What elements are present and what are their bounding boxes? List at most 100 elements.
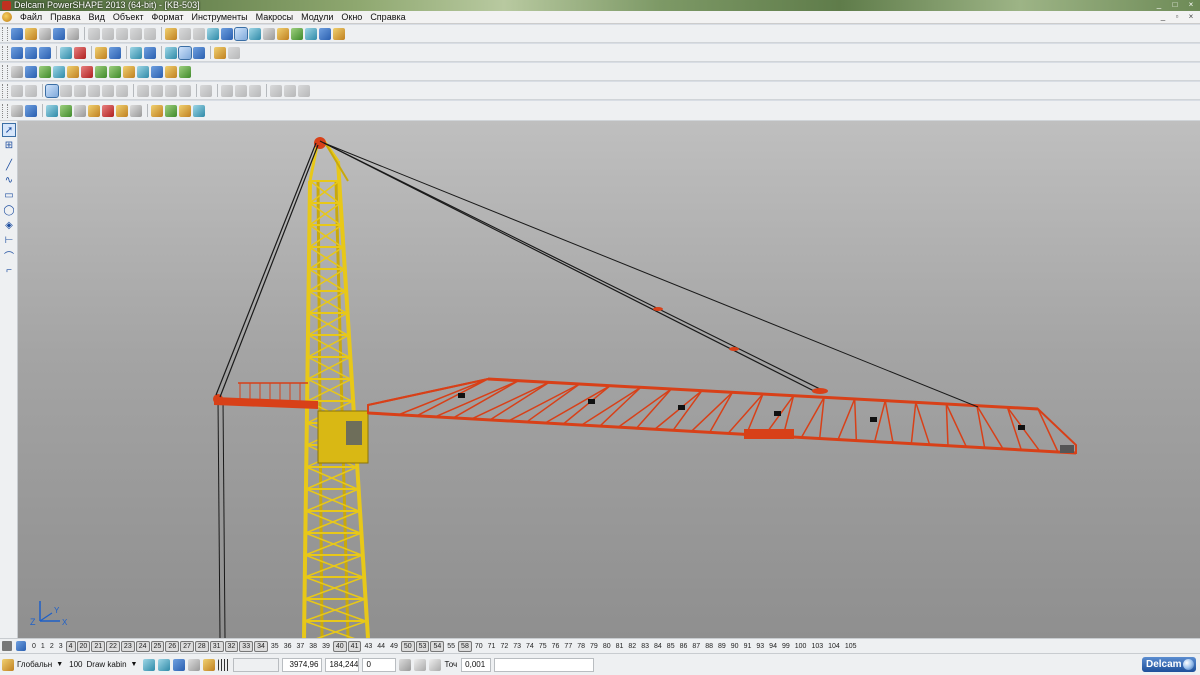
curve-create-icon[interactable]: ∿ <box>3 174 15 186</box>
toolbar-grip[interactable] <box>2 45 8 60</box>
level-40[interactable]: 40 <box>332 640 347 652</box>
level-73[interactable]: 73 <box>511 642 523 651</box>
workplane-snap-icon[interactable] <box>173 658 186 671</box>
level-22[interactable]: 22 <box>106 640 120 652</box>
new-file-icon[interactable] <box>11 27 23 40</box>
save-as-icon[interactable] <box>53 27 65 40</box>
toolbar-grip[interactable] <box>2 103 8 118</box>
pattern-icon[interactable] <box>130 104 142 117</box>
render-icon[interactable] <box>102 104 114 117</box>
shaded-view-icon[interactable] <box>178 45 192 60</box>
view-rotate-icon[interactable] <box>74 46 86 59</box>
view-front-icon[interactable] <box>25 46 37 59</box>
level-85[interactable]: 85 <box>665 642 677 651</box>
level-94[interactable]: 94 <box>767 642 779 651</box>
close-button[interactable]: × <box>1184 0 1198 10</box>
component-icon[interactable] <box>60 104 72 117</box>
material-icon[interactable] <box>88 104 100 117</box>
level-88[interactable]: 88 <box>703 642 715 651</box>
level-53[interactable]: 53 <box>415 640 430 652</box>
level-75[interactable]: 75 <box>537 642 549 651</box>
cursor-icon[interactable] <box>11 84 23 97</box>
text-icon[interactable]: ⌐ <box>3 264 15 276</box>
doc-close-button[interactable]: × <box>1186 12 1196 21</box>
levels-close-icon[interactable] <box>2 641 12 651</box>
level-43[interactable]: 43 <box>362 642 374 651</box>
surface-fillet-icon[interactable] <box>102 84 114 97</box>
offset-icon[interactable] <box>249 84 261 97</box>
menu-object[interactable]: Объект <box>109 11 148 24</box>
level-2[interactable]: 2 <box>48 642 56 651</box>
level-105[interactable]: 105 <box>843 642 859 651</box>
measure-icon[interactable] <box>193 27 205 40</box>
level-103[interactable]: 103 <box>809 642 825 651</box>
level-100[interactable]: 100 <box>793 642 809 651</box>
level-87[interactable]: 87 <box>690 642 702 651</box>
object-snap-icon[interactable] <box>158 658 171 671</box>
menu-tools[interactable]: Инструменты <box>187 11 251 24</box>
z-coordinate[interactable]: 0 <box>362 657 397 672</box>
shading-icon[interactable] <box>319 27 331 40</box>
workplane-status-icon[interactable] <box>2 658 14 671</box>
view-iso-icon[interactable] <box>60 46 72 59</box>
level-24[interactable]: 24 <box>135 640 150 652</box>
level-90[interactable]: 90 <box>729 642 741 651</box>
copy-icon[interactable] <box>102 27 114 40</box>
pan-icon[interactable] <box>95 46 107 59</box>
level-37[interactable]: 37 <box>294 642 306 651</box>
toolbar-grip[interactable] <box>2 26 8 41</box>
menu-view[interactable]: Вид <box>85 11 109 24</box>
doc-minimize-button[interactable]: _ <box>1158 12 1168 21</box>
surface-icon[interactable] <box>60 84 72 97</box>
workplane-icon[interactable] <box>11 104 23 117</box>
light-icon[interactable] <box>214 46 226 59</box>
coordinate-icon[interactable] <box>414 658 427 671</box>
menu-format[interactable]: Формат <box>148 11 188 24</box>
wizard-icon[interactable] <box>333 27 345 40</box>
paste-icon[interactable] <box>116 27 128 40</box>
wrap-icon[interactable] <box>235 84 247 97</box>
layers-icon[interactable] <box>305 27 317 40</box>
open-file-icon[interactable] <box>25 27 37 40</box>
level-36[interactable]: 36 <box>282 642 294 651</box>
surface-select-icon[interactable] <box>45 83 59 98</box>
level-4[interactable]: 4 <box>65 640 76 652</box>
sky-icon[interactable] <box>193 104 205 117</box>
import-icon[interactable] <box>151 65 163 78</box>
view-top-icon[interactable] <box>11 46 23 59</box>
file-icon[interactable] <box>11 65 23 78</box>
surface-edit-icon[interactable] <box>74 84 86 97</box>
folder-icon[interactable] <box>25 65 37 78</box>
level-3[interactable]: 3 <box>57 642 65 651</box>
surface-trim-icon[interactable] <box>116 84 128 97</box>
surface-blend-icon[interactable] <box>88 84 100 97</box>
electrode-icon[interactable] <box>165 104 177 117</box>
pointer-icon[interactable] <box>25 84 37 97</box>
grid-icon[interactable] <box>218 658 231 671</box>
circle-icon[interactable]: ◯ <box>3 204 15 216</box>
level-27[interactable]: 27 <box>180 640 194 652</box>
ungroup-icon[interactable] <box>284 84 296 97</box>
menu-window[interactable]: Окно <box>337 11 366 24</box>
zoom-in-icon[interactable] <box>109 46 121 59</box>
yellow-solid-icon[interactable] <box>67 65 79 78</box>
document-icon[interactable] <box>2 12 12 22</box>
forward-icon[interactable] <box>109 65 121 78</box>
zoom-out-icon[interactable] <box>130 46 142 59</box>
table-icon[interactable] <box>151 104 163 117</box>
principal-plane-icon[interactable] <box>203 658 216 671</box>
redo-icon[interactable] <box>179 27 191 40</box>
level-0[interactable]: 0 <box>30 642 38 651</box>
level-21[interactable]: 21 <box>91 640 106 652</box>
select-arrow-icon[interactable]: ➚ <box>2 123 16 137</box>
morph-icon[interactable] <box>221 84 233 97</box>
minimize-button[interactable]: _ <box>1152 0 1166 10</box>
level-33[interactable]: 33 <box>239 640 254 652</box>
y-coordinate[interactable]: 184,244 <box>325 657 360 672</box>
menu-edit[interactable]: Правка <box>46 11 84 24</box>
snap-icon[interactable] <box>221 27 233 40</box>
workplane-value[interactable]: Глобальн <box>17 660 52 669</box>
level-78[interactable]: 78 <box>575 642 587 651</box>
mesh-icon[interactable] <box>200 84 212 97</box>
group-icon[interactable] <box>270 84 282 97</box>
